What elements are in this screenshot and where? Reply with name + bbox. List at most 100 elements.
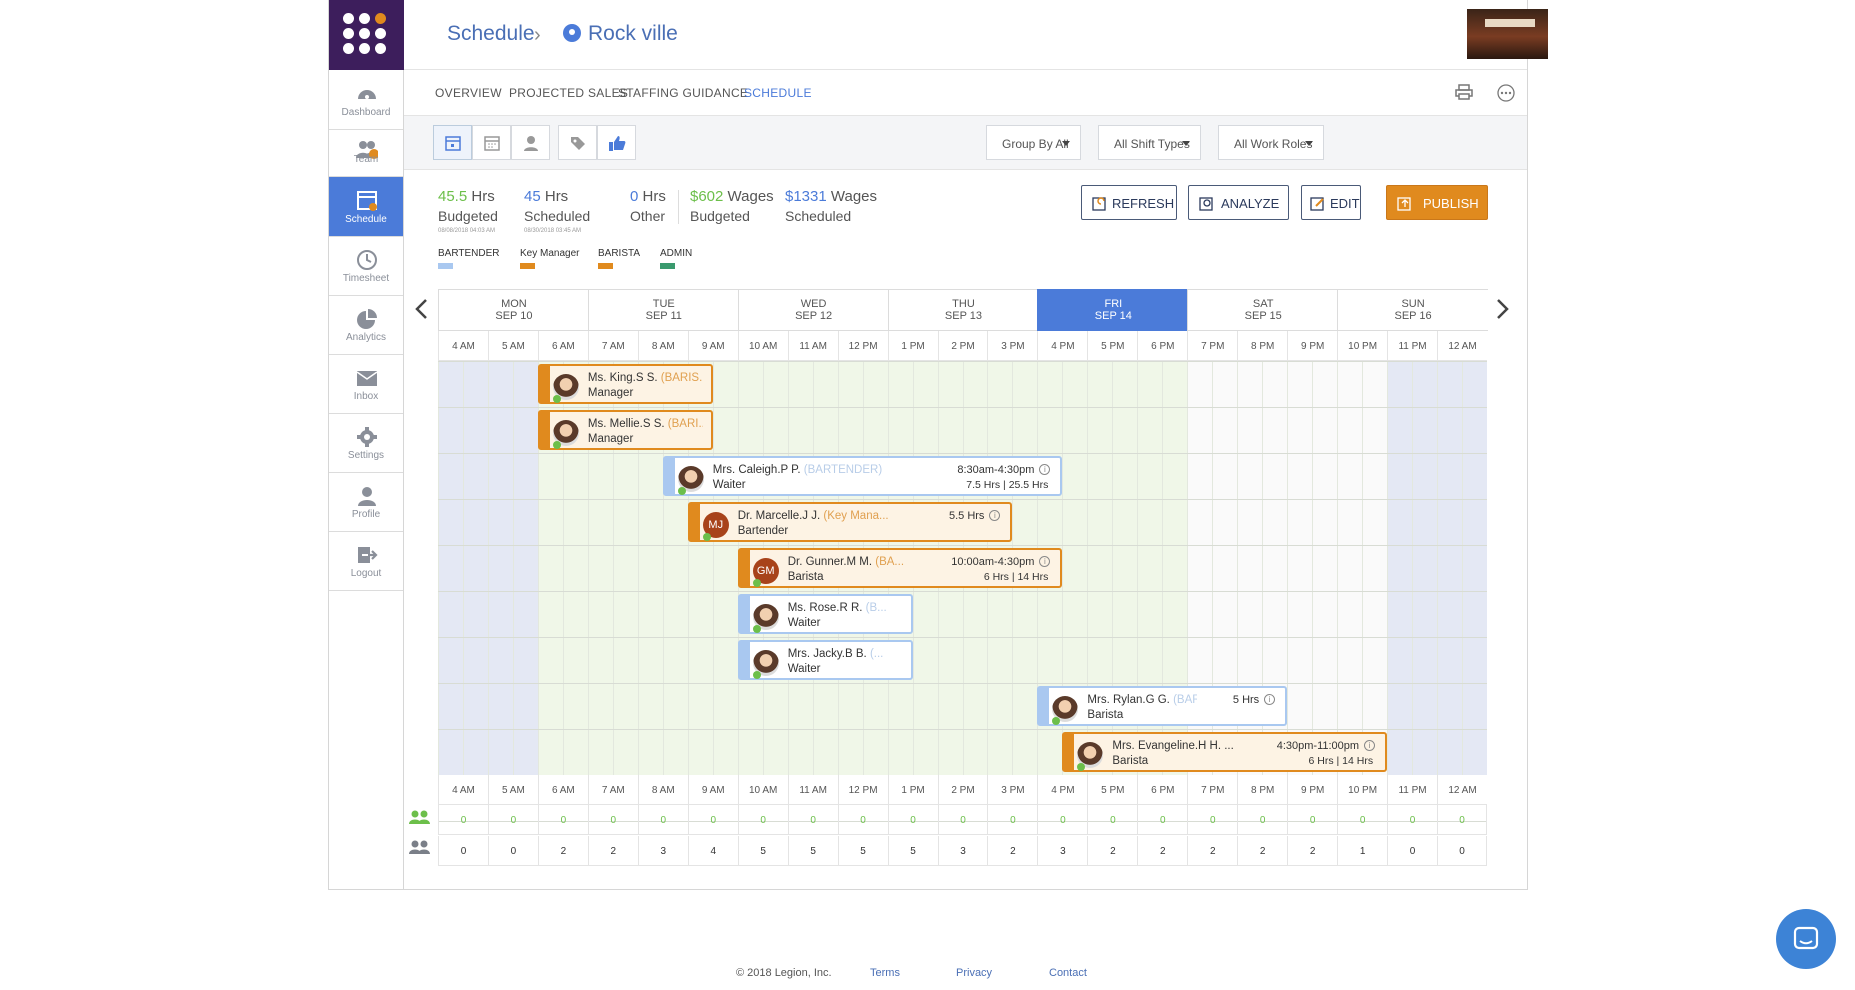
shift-card[interactable]: Mrs. Caleigh.P P. (BARTENDER) Waiter 8:30a… [662, 456, 1063, 496]
scheduled-count: 2 [537, 836, 588, 866]
day-header-wed[interactable]: WED SEP 12 [737, 289, 889, 331]
shift-card[interactable]: Mrs. Evangeline.H H. ... Barista 4:30pm-11… [1062, 732, 1388, 772]
legend-item: BARISTA [598, 248, 640, 269]
shift-card[interactable]: Ms. Mellie.S S. (BARI... Manager [537, 410, 713, 450]
legend-swatch [660, 263, 675, 269]
analyze-button[interactable]: ANALYZE [1188, 185, 1289, 220]
hour-label: 6 PM [1137, 775, 1188, 805]
publish-icon [1397, 197, 1411, 211]
breadcrumb-location[interactable]: Rock ville [588, 22, 678, 46]
info-icon[interactable]: i [989, 510, 1001, 521]
day-header-sun[interactable]: SUN SEP 16 [1337, 289, 1488, 331]
day-date: SEP 12 [795, 310, 833, 322]
hour-label: 9 AM [687, 775, 738, 805]
privacy-link[interactable]: Privacy [956, 967, 992, 979]
shift-card[interactable]: GM Dr. Gunner.M M. (BA... Barista 10:00am-4… [737, 548, 1063, 588]
status-dot [1052, 717, 1061, 725]
work-role: Waiter [712, 479, 746, 491]
approve-button[interactable] [597, 125, 636, 160]
breadcrumb-schedule[interactable]: Schedule [447, 22, 535, 46]
scheduled-label: Scheduled [524, 208, 591, 224]
edit-button[interactable]: EDIT [1301, 185, 1361, 220]
row-line [438, 729, 1487, 730]
row-line [438, 545, 1487, 546]
sidebar-item-schedule[interactable]: Schedule [329, 177, 403, 237]
legion-logo[interactable] [329, 0, 404, 70]
info-icon[interactable]: i [1039, 464, 1051, 475]
grid-line [1312, 361, 1314, 775]
sidebar-item-dashboard[interactable]: Dashboard [329, 70, 403, 130]
day-header-mon[interactable]: MON SEP 10 [438, 289, 589, 331]
budgeted-hours: 45.5 Hrs [438, 188, 495, 205]
next-week-icon[interactable] [1494, 298, 1510, 320]
shift-card[interactable]: MJ Dr. Marcelle.J J. (Key Mana... Bartende… [687, 502, 1013, 542]
previous-week-icon[interactable] [414, 298, 430, 320]
wages-budgeted-label: Budgeted [690, 208, 750, 224]
work-roles-dropdown[interactable]: All Work Roles [1218, 125, 1324, 160]
budget-staff-icon [409, 810, 430, 824]
group-by-dropdown[interactable]: Group By All [986, 125, 1081, 160]
scheduled-count: 2 [987, 836, 1038, 866]
scheduled-count: 2 [1137, 836, 1188, 866]
wages-scheduled-label: Scheduled [785, 208, 852, 224]
store-photo [1467, 9, 1548, 59]
row-line [438, 591, 1487, 592]
chat-launcher-button[interactable] [1776, 909, 1836, 969]
scheduled-hours-value: 45 [524, 188, 541, 205]
tab-bar: OVERVIEW PROJECTED SALES STAFFING GUIDAN… [404, 70, 1527, 116]
shift-types-dropdown[interactable]: All Shift Types [1098, 125, 1201, 160]
budget-count: 0 [1387, 805, 1438, 835]
shift-card[interactable]: Mrs. Rylan.G G. (BARTE... Barista 5 Hrs i [1037, 686, 1288, 726]
sidebar-item-analytics[interactable]: Analytics [329, 296, 403, 355]
day-header-sat[interactable]: SAT SEP 15 [1187, 289, 1339, 331]
hour-label: 6 AM [537, 775, 588, 805]
terms-link[interactable]: Terms [870, 967, 900, 979]
week-view-button[interactable] [472, 125, 511, 160]
mail-icon [356, 371, 378, 386]
tab-schedule[interactable]: SCHEDULE [744, 86, 812, 100]
hour-label: 12 PM [837, 775, 888, 805]
grid-line [1412, 361, 1414, 775]
sidebar-item-settings[interactable]: Settings [329, 414, 403, 473]
shift-card[interactable]: Ms. Rose.R R. (B... Waiter [737, 594, 913, 634]
shift-card[interactable]: Mrs. Jacky.B B. (... Waiter [737, 640, 913, 680]
day-view-button[interactable] [433, 125, 472, 160]
publish-button[interactable]: PUBLISH [1386, 185, 1488, 220]
info-icon[interactable]: i [1264, 694, 1276, 705]
shift-card[interactable]: Ms. King.S S. (BARIS... Manager [537, 364, 713, 404]
day-header-fri[interactable]: FRI SEP 14 [1037, 289, 1189, 331]
stats-divider [678, 190, 679, 224]
tab-overview[interactable]: OVERVIEW [435, 86, 502, 100]
scheduled-count: 3 [637, 836, 688, 866]
hour-label: 9 PM [1287, 331, 1338, 361]
hour-label: 12 PM [837, 331, 888, 361]
day-date: SEP 14 [1094, 310, 1132, 322]
more-options-icon[interactable] [1497, 84, 1515, 102]
tab-projected-sales[interactable]: PROJECTED SALES [509, 86, 628, 100]
logo-dot [375, 28, 386, 39]
contact-link[interactable]: Contact [1049, 967, 1087, 979]
employee-view-button[interactable] [511, 125, 550, 160]
info-icon[interactable]: i [1039, 556, 1051, 567]
day-header-tue[interactable]: TUE SEP 11 [587, 289, 739, 331]
row-line [438, 453, 1487, 454]
employee-name: Mrs. Jacky.B B. (... [788, 648, 884, 660]
budgeted-hours-value: 45.5 [438, 188, 468, 205]
sidebar-item-profile[interactable]: Profile [329, 473, 403, 532]
tag-filter-button[interactable] [558, 125, 597, 160]
sidebar-item-logout[interactable]: Logout [329, 532, 403, 591]
refresh-button[interactable]: REFRESH [1081, 185, 1177, 220]
calendar-week-icon [484, 136, 500, 151]
sidebar-item-team[interactable]: Team [329, 130, 403, 177]
scheduled-count: 0 [487, 836, 538, 866]
group-by-value: Group By All [1002, 137, 1069, 151]
work-role: Waiter [787, 617, 821, 629]
day-date: SEP 11 [645, 310, 682, 322]
day-header-thu[interactable]: THU SEP 13 [887, 289, 1039, 331]
tab-staffing-guidance[interactable]: STAFFING GUIDANCE [618, 86, 748, 100]
hour-label: 4 PM [1037, 775, 1088, 805]
sidebar-item-inbox[interactable]: Inbox [329, 355, 403, 414]
info-icon[interactable]: i [1364, 740, 1376, 751]
sidebar-item-timesheet[interactable]: Timesheet [329, 237, 403, 296]
print-icon[interactable] [1455, 84, 1473, 100]
